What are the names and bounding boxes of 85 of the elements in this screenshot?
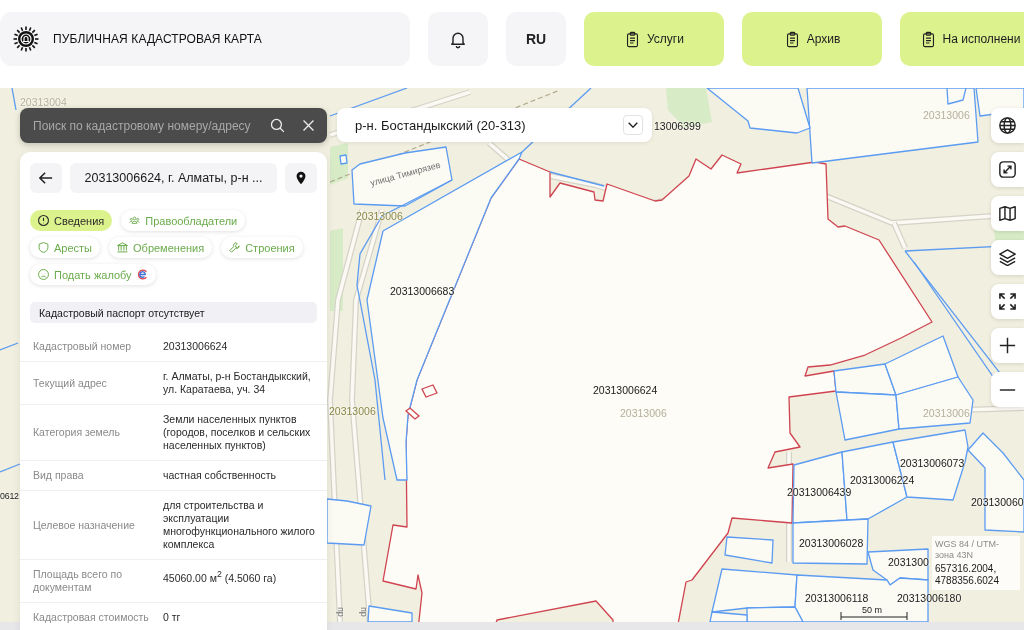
language-button[interactable]: RU — [506, 12, 566, 66]
block-number: 20313006 — [620, 407, 667, 419]
round-logo-icon — [136, 269, 148, 280]
field-label: Кадастровая стоимость — [33, 611, 150, 624]
parcel-number: 20313006118 — [805, 592, 869, 604]
globe-icon — [999, 117, 1016, 134]
field-label: Целевое назначение — [33, 518, 136, 532]
back-button[interactable] — [30, 163, 62, 193]
tab[interactable]: Сведения — [30, 210, 113, 231]
parcel-number: 20313006028 — [799, 537, 864, 549]
info-icon — [38, 215, 49, 226]
fullscreen-button[interactable] — [991, 284, 1024, 319]
parcel-boundary — [0, 342, 19, 351]
field-label: Категория земель — [33, 426, 121, 439]
parcel-number: 203130060 — [971, 496, 1024, 508]
park-area — [330, 143, 348, 185]
land-parcel[interactable] — [792, 518, 869, 565]
globe-button[interactable] — [991, 108, 1024, 143]
search-bar[interactable]: Поиск по кадастровому номеру/адресу — [20, 108, 327, 143]
field-label: Текущий адрес — [33, 376, 108, 390]
parcel-fragment[interactable] — [404, 407, 421, 420]
field-label: Кадастровый номер — [33, 340, 133, 353]
arrow-left-icon — [39, 171, 53, 185]
people-icon — [129, 215, 141, 226]
map-pin-icon — [294, 171, 308, 185]
scale-bar — [840, 612, 908, 620]
block-number: 20313006 — [329, 405, 376, 417]
map-icon — [999, 205, 1016, 222]
block-number: 20313006 — [923, 407, 970, 419]
street-name: пр — [358, 607, 369, 617]
fullscreen-icon — [999, 293, 1016, 310]
dropdown-button[interactable] — [623, 115, 643, 135]
parcel-fragment[interactable] — [421, 384, 438, 398]
sun-emblem-icon — [13, 26, 39, 52]
field-value: 0 тг — [163, 611, 182, 624]
parcel-number: 20313006683 — [390, 285, 455, 297]
wrench-icon — [229, 242, 241, 253]
sad-face-icon — [38, 269, 49, 280]
parcel-number: 13006399 — [654, 120, 701, 132]
plus-icon — [999, 337, 1016, 354]
bank-icon — [117, 242, 129, 253]
block-number: 20313006 — [923, 109, 970, 121]
land-parcel[interactable] — [967, 432, 1024, 533]
location-button[interactable] — [285, 163, 317, 193]
coordinates-value: 657316.2004, 4788356.6024 — [935, 563, 1000, 587]
zoom-in-button[interactable] — [991, 328, 1024, 363]
chevron-down-icon — [628, 122, 638, 128]
search-icon[interactable] — [269, 117, 286, 134]
field-label: Вид права — [33, 469, 85, 482]
scale-label: 50 m — [862, 605, 882, 615]
parcel-boundary — [11, 88, 17, 111]
field-value: 20313006624 — [163, 340, 229, 353]
shield-icon — [38, 242, 49, 253]
notice-banner: Кадастровый паспорт отсутствует — [30, 302, 317, 323]
field-value: частная собственность — [163, 469, 278, 482]
field-value: Земли населенных пунктов (городов, поселков и сельских населенных пунктов) — [163, 413, 312, 452]
field-label: Площадь всего по документам — [33, 568, 124, 594]
street-name: пр — [335, 607, 346, 617]
parcel-number: 0612 — [0, 490, 19, 502]
field-value: для строительства и эксплуатации многофункционального жилого комплекса — [163, 499, 316, 551]
field-value: 45060.00 м$^{2}$ (4.5060 га) — [163, 568, 278, 586]
district-select[interactable]: р-н. Бостандыкский (20-313) — [337, 108, 652, 142]
nav-button[interactable]: На исполнени — [900, 12, 1024, 66]
expand-icon — [999, 161, 1016, 178]
coordinate-system: WGS 84 / UTM-зона 43N — [935, 539, 1000, 561]
parcel-number: 20313006073 — [900, 457, 965, 469]
parcel-boundary — [549, 171, 605, 187]
layers-icon — [999, 249, 1016, 266]
nav-button[interactable]: Архив — [742, 12, 882, 66]
site-title: ПУБЛИЧНАЯ КАДАСТРОВАЯ КАРТА — [53, 32, 262, 46]
nav-button[interactable]: Услуги — [584, 12, 724, 66]
parcel-title-field: 20313006624, г. Алматы, р-н ... — [70, 163, 277, 193]
map-button[interactable] — [991, 196, 1024, 231]
expand-button[interactable] — [991, 152, 1024, 187]
notifications-button[interactable] — [428, 12, 488, 66]
field-value: г. Алматы, р-н Бостандыкский, ул. Каратаева, уч. 34 — [163, 370, 312, 396]
parcel-number: 2031300 — [888, 556, 929, 568]
zoom-out-button[interactable] — [991, 372, 1024, 407]
parcel-number: 20313006180 — [897, 592, 962, 604]
block-number: 20313004 — [20, 96, 67, 108]
search-field[interactable]: Поиск по кадастровому номеру/адресу — [33, 115, 255, 136]
layers-button[interactable] — [991, 240, 1024, 275]
parcel-number: 20313006624 — [593, 384, 658, 396]
parcel-boundary — [0, 463, 21, 473]
minus-icon — [999, 388, 1016, 391]
